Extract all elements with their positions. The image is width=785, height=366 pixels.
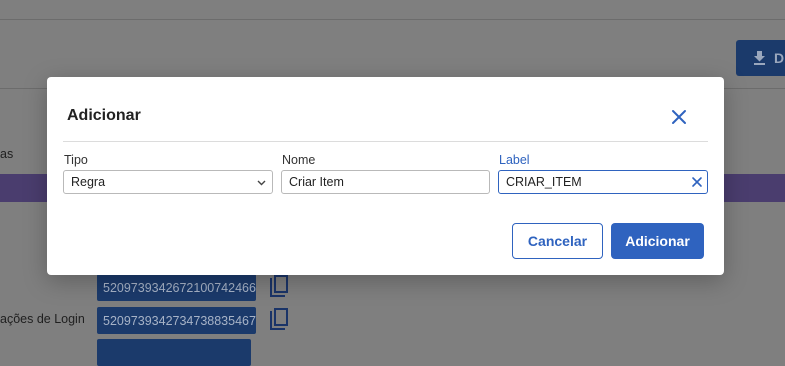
sidebar-item-login-settings[interactable]: ações de Login — [0, 312, 85, 326]
copy-icon[interactable] — [267, 274, 291, 300]
close-icon — [672, 110, 686, 124]
nome-label: Nome — [282, 153, 316, 167]
top-bar — [0, 0, 785, 20]
cancel-button[interactable]: Cancelar — [512, 223, 603, 259]
sidebar-text: as — [0, 147, 14, 161]
tipo-select[interactable]: Regra — [63, 170, 273, 194]
download-icon — [754, 51, 765, 65]
id-chip: 5209739342672100742466 — [97, 274, 256, 301]
download-button-label: D — [774, 50, 785, 66]
label-label: Label — [499, 153, 530, 167]
label-input[interactable]: CRIAR_ITEM — [498, 170, 708, 194]
chevron-down-icon — [257, 180, 266, 186]
dialog-divider — [63, 141, 708, 142]
id-chip — [97, 339, 251, 366]
download-button[interactable]: D — [736, 40, 785, 76]
label-input-value: CRIAR_ITEM — [506, 175, 582, 189]
add-dialog: Adicionar Tipo Regra Nome Criar Item Lab… — [47, 77, 724, 275]
close-button[interactable] — [669, 107, 689, 127]
nome-input-value: Criar Item — [289, 175, 344, 189]
nome-input[interactable]: Criar Item — [281, 170, 490, 194]
add-button[interactable]: Adicionar — [611, 223, 704, 259]
id-chip: 5209739342734738835467 — [97, 307, 256, 334]
copy-icon[interactable] — [267, 307, 291, 333]
dialog-title: Adicionar — [67, 107, 141, 124]
clear-icon[interactable] — [691, 176, 703, 188]
tipo-label: Tipo — [64, 153, 88, 167]
tipo-select-value: Regra — [71, 175, 106, 189]
